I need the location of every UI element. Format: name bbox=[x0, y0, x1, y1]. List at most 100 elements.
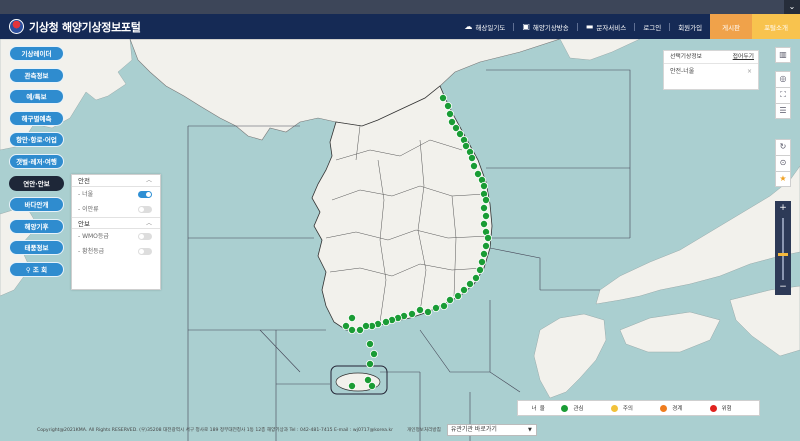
weather-chart-icon: ☁ bbox=[464, 22, 473, 31]
swell-marker[interactable] bbox=[477, 257, 486, 266]
nav-board[interactable]: 게시판 bbox=[710, 14, 753, 39]
menu-sea-zone[interactable]: 해구별예측 bbox=[9, 110, 64, 126]
zoom-handle[interactable] bbox=[778, 253, 788, 256]
message-icon: ▬ bbox=[585, 22, 594, 31]
swell-marker[interactable] bbox=[341, 321, 350, 330]
legend-item-alert: 경계 bbox=[660, 404, 709, 412]
copyright-text: Copyright@2021KMA. All Rights RESERVED. … bbox=[37, 428, 393, 433]
swell-toggle[interactable] bbox=[138, 191, 152, 198]
related-sites-select[interactable]: 유관기관 바로가기 ▼ bbox=[446, 424, 537, 436]
panel-section-security[interactable]: 안보 ︿ bbox=[72, 217, 160, 229]
legend-item-danger: 위험 bbox=[709, 404, 759, 412]
nav-sms-service[interactable]: ▬ 문자서비스 bbox=[578, 14, 634, 39]
site-logo[interactable]: 기상청 해양기상정보포털 bbox=[9, 19, 141, 35]
nav-weather-chart[interactable]: ☁ 해상일기도 bbox=[456, 14, 513, 39]
star-icon[interactable]: ★ bbox=[775, 171, 791, 187]
nav-signup[interactable]: 회원가입 bbox=[670, 14, 710, 39]
kma-emblem-icon bbox=[9, 19, 24, 34]
swell-marker[interactable] bbox=[355, 325, 364, 334]
browser-top-strip: ⌄ bbox=[0, 0, 800, 14]
location-icon[interactable]: ⊙ bbox=[775, 155, 791, 171]
swell-marker[interactable] bbox=[407, 309, 416, 318]
nav-portal-intro[interactable]: 포털소개 bbox=[752, 14, 800, 39]
rip-current-toggle[interactable] bbox=[138, 206, 152, 213]
search-icon: ⚲ bbox=[25, 265, 33, 274]
swell-marker[interactable] bbox=[481, 211, 490, 220]
menu-typhoon[interactable]: 태풍정보 bbox=[9, 240, 64, 256]
swell-marker[interactable] bbox=[479, 181, 488, 190]
close-icon[interactable]: × bbox=[747, 64, 752, 80]
menu-search[interactable]: ⚲ 조 회 bbox=[9, 261, 64, 277]
selected-info-item: 안전-너울 × bbox=[664, 64, 758, 80]
swell-marker[interactable] bbox=[367, 381, 376, 390]
swell-marker[interactable] bbox=[365, 339, 374, 348]
compass-icon[interactable]: ◎ bbox=[775, 71, 791, 87]
legend-item-interest: 관심 bbox=[561, 404, 610, 412]
swell-marker[interactable] bbox=[479, 249, 488, 258]
selected-info-box: 선택기상정보 접어두기 안전-너울 × bbox=[663, 50, 759, 90]
swell-marker[interactable] bbox=[381, 317, 390, 326]
swell-marker[interactable] bbox=[481, 195, 490, 204]
nav-marine-broadcast[interactable]: ▣ 해양기상방송 bbox=[514, 14, 576, 39]
menu-sea-fog[interactable]: 바다안개 bbox=[9, 197, 64, 213]
swell-marker[interactable] bbox=[481, 241, 490, 250]
zoom-track[interactable] bbox=[782, 218, 784, 280]
legend-dot bbox=[610, 404, 618, 412]
menu-observation[interactable]: 관측정보 bbox=[9, 67, 64, 83]
wmo-grade-toggle[interactable] bbox=[138, 233, 152, 240]
storm-grade-toggle[interactable] bbox=[138, 248, 152, 255]
menu-marine-climate[interactable]: 해양기후 bbox=[9, 218, 64, 234]
site-footer: Copyright@2021KMA. All Rights RESERVED. … bbox=[37, 424, 537, 436]
land-japan-shikoku bbox=[619, 311, 721, 353]
swell-marker[interactable] bbox=[423, 307, 432, 316]
swell-marker[interactable] bbox=[415, 305, 424, 314]
fullscreen-icon[interactable]: ⛶ bbox=[775, 87, 791, 103]
swell-marker[interactable] bbox=[459, 285, 468, 294]
layers-icon[interactable]: ☰ bbox=[775, 103, 791, 119]
swell-marker[interactable] bbox=[467, 153, 476, 162]
menu-forecast[interactable]: 예/특보 bbox=[9, 89, 64, 105]
menu-tidal-leisure[interactable]: 갯벌·레저·여행 bbox=[9, 153, 64, 169]
swell-marker[interactable] bbox=[469, 161, 478, 170]
top-nav: ☁ 해상일기도 ▣ 해양기상방송 ▬ 문자서비스 로그인 회원가입 게시판 포털소개 bbox=[456, 14, 800, 39]
swell-marker[interactable] bbox=[483, 233, 492, 242]
site-header: 기상청 해양기상정보포털 ☁ 해상일기도 ▣ 해양기상방송 ▬ 문자서비스 로그인 회… bbox=[0, 14, 800, 39]
privacy-link[interactable]: 개인정보처리방침 bbox=[407, 427, 441, 433]
swell-marker[interactable] bbox=[465, 279, 474, 288]
land-russia bbox=[559, 39, 641, 61]
swell-marker[interactable] bbox=[347, 313, 356, 322]
zoom-out-button[interactable]: − bbox=[775, 280, 791, 294]
swell-marker[interactable] bbox=[431, 303, 440, 312]
swell-marker[interactable] bbox=[439, 301, 448, 310]
swell-marker[interactable] bbox=[479, 219, 488, 228]
swell-marker[interactable] bbox=[438, 94, 447, 103]
swell-marker[interactable] bbox=[475, 265, 484, 274]
swell-marker[interactable] bbox=[365, 359, 374, 368]
radio-icon: ▣ bbox=[522, 22, 530, 31]
legend-dot bbox=[709, 404, 717, 412]
nav-login[interactable]: 로그인 bbox=[635, 14, 669, 39]
menu-radar[interactable]: 기상레이더 bbox=[9, 46, 64, 61]
map-tools-top: ▥ ◎ ⛶ ☰ bbox=[775, 47, 791, 119]
menu-port-fishery[interactable]: 항만·항로·어업 bbox=[9, 132, 64, 148]
swell-marker[interactable] bbox=[445, 295, 454, 304]
layer-row-swell: - 너울 bbox=[72, 187, 160, 202]
fold-button[interactable]: 접어두기 bbox=[733, 51, 754, 64]
chevron-down-icon[interactable]: ⌄ bbox=[784, 0, 800, 14]
panel-section-safety[interactable]: 안전 ︿ bbox=[72, 175, 160, 187]
swell-marker[interactable] bbox=[479, 203, 488, 212]
refresh-icon[interactable]: ↻ bbox=[775, 139, 791, 155]
swell-marker[interactable] bbox=[347, 381, 356, 390]
land-japan-kyushu bbox=[533, 313, 607, 399]
swell-marker[interactable] bbox=[453, 291, 462, 300]
menu-coastal-security[interactable]: 연안·안보 bbox=[9, 175, 64, 191]
swell-marker[interactable] bbox=[445, 110, 454, 119]
swell-marker[interactable] bbox=[369, 349, 378, 358]
side-menu: 기상레이더 관측정보 예/특보 해구별예측 항만·항로·어업 갯벌·레저·여행 … bbox=[9, 46, 64, 284]
swell-marker[interactable] bbox=[471, 273, 480, 282]
building-icon[interactable]: ▥ bbox=[775, 47, 791, 63]
zoom-in-button[interactable]: + bbox=[775, 201, 791, 215]
layer-panel: 안전 ︿ - 너울 - 이안류 안보 ︿ - WMO등급 - 황천등급 bbox=[71, 174, 161, 290]
chevron-up-icon: ︿ bbox=[145, 177, 152, 184]
swell-marker[interactable] bbox=[443, 102, 452, 111]
